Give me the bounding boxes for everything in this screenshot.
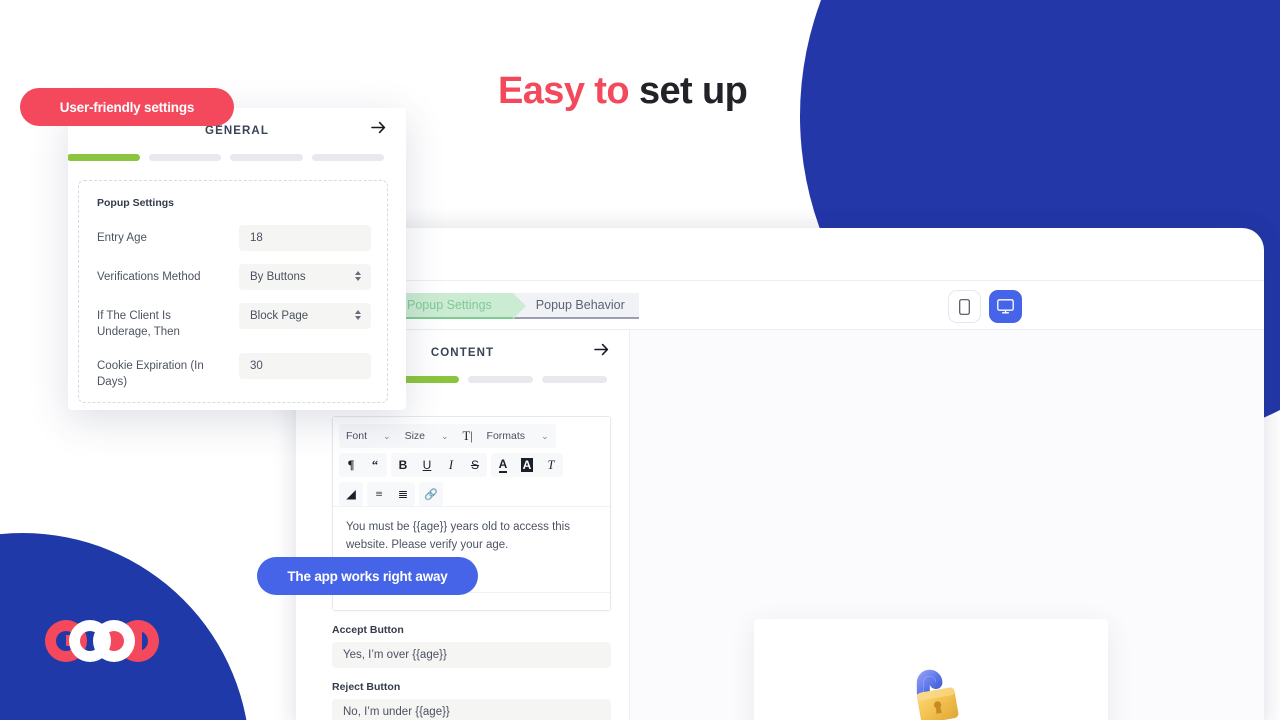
reject-button-value: No, I’m under {{age}} [343,706,450,718]
size-select[interactable]: Size ⌄ [398,424,456,448]
setting-row-cookie-expiration: Cookie Expiration (In Days) 30 [97,353,371,390]
headline-accent: Easy to [498,70,630,112]
device-preview-toggle [948,290,1022,323]
popup-settings-section: Popup Settings Entry Age 18 Verification… [78,180,388,403]
accept-button-input[interactable]: Yes, I’m over {{age}} [332,642,611,668]
breadcrumb: Popup Settings Popup Behavior [395,293,639,319]
font-size-icon[interactable]: T| [456,424,480,448]
editor-toolbar-row-2: ¶ “ B U I S A A T [333,448,610,477]
size-select-label: Size [404,430,425,442]
setting-row-underage-action: If The Client Is Underage, Then Block Pa… [97,303,371,340]
eraser-icon[interactable]: ◢ [339,482,363,506]
bold-icon[interactable]: B [391,453,415,477]
text-color-icon[interactable]: A [491,453,515,477]
age-verification-popup-preview: Age Verification You must be 18 years ol… [754,619,1108,720]
open-lock-icon [895,660,967,720]
badge-user-friendly-settings: User-friendly settings [20,88,234,126]
ordered-list-icon[interactable]: ≣ [391,482,415,506]
cookie-expiration-label: Cookie Expiration (In Days) [97,360,204,389]
headline-rest: set up [638,70,748,112]
align-left-icon[interactable]: ≡ [367,482,391,506]
verifications-method-label: Verifications Method [97,271,201,283]
general-settings-card: GENERAL Popup Settings Entry Age 18 Veri… [68,108,406,410]
entry-age-input[interactable]: 18 [239,225,371,251]
verifications-method-value: By Buttons [250,271,306,283]
font-select[interactable]: Font ⌄ [339,424,398,448]
reject-button-input[interactable]: No, I’m under {{age}} [332,699,611,720]
entry-age-value: 18 [250,232,263,244]
stepper-icon [355,310,361,320]
formats-select[interactable]: Formats ⌄ [480,424,556,448]
link-icon[interactable]: 🔗 [419,482,443,506]
general-progress-bar [68,154,406,161]
arrow-right-icon[interactable] [371,121,386,139]
page-headline: Easy to set up [498,68,748,116]
background-color-icon[interactable]: A [515,453,539,477]
underage-action-label: If The Client Is Underage, Then [97,310,180,339]
editor-toolbar-row-1: Font ⌄ Size ⌄ T| Formats ⌄ [333,417,610,448]
chevron-down-icon: ⌄ [441,430,449,441]
general-step-title: GENERAL [205,125,269,137]
accept-button-value: Yes, I’m over {{age}} [343,649,447,661]
align-list-group: ≡ ≣ [367,482,415,506]
link-group: 🔗 [419,482,443,506]
popup-settings-section-title: Popup Settings [97,197,174,209]
cookie-expiration-value: 30 [250,360,263,373]
formats-select-label: Formats [486,430,526,442]
block-format-group: ¶ “ [339,453,387,477]
paragraph-icon[interactable]: ¶ [339,453,363,477]
tab-popup-settings-label: Popup Settings [407,297,492,312]
underage-action-select[interactable]: Block Page [239,303,371,329]
app-panel: Popup Settings Popup Behavior CONTENT Fo… [296,228,1264,720]
mobile-icon [959,298,970,315]
badge-works-right-away: The app works right away [257,557,478,595]
eraser-group: ◢ [339,482,363,506]
preview-column: Age Verification You must be 18 years ol… [630,330,1264,720]
progress-segment [230,154,303,161]
arrow-right-icon[interactable] [594,343,609,361]
cookie-expiration-input[interactable]: 30 [239,353,371,380]
desktop-preview-button[interactable] [989,290,1022,323]
underline-icon[interactable]: U [415,453,439,477]
tab-popup-behavior[interactable]: Popup Behavior [513,293,639,319]
content-step-title: CONTENT [430,347,495,359]
tab-popup-settings[interactable]: Popup Settings [395,293,526,319]
editor-toolbar-row-3: ◢ ≡ ≣ 🔗 [333,477,610,506]
progress-segment-active [68,154,140,161]
progress-segment [542,376,607,383]
font-select-label: Font [346,430,368,442]
font-size-format-group: Font ⌄ Size ⌄ T| Formats ⌄ [339,424,556,448]
mobile-preview-button[interactable] [948,290,981,323]
gooo-logo [42,618,168,664]
setting-row-verifications-method: Verifications Method By Buttons [97,264,371,290]
screenshot-root: Easy to set up Popup Settings Popup Beha… [0,0,1280,720]
verifications-method-select[interactable]: By Buttons [239,264,371,290]
stepper-icon [355,271,361,281]
progress-segment [311,154,384,161]
reject-button-label: Reject Button [332,681,401,693]
app-topbar: Popup Settings Popup Behavior [296,280,1264,330]
tab-popup-behavior-label: Popup Behavior [535,297,625,312]
progress-segment [148,154,221,161]
underage-action-value: Block Page [250,310,309,322]
strikethrough-icon[interactable]: S [463,453,487,477]
entry-age-label: Entry Age [97,232,147,244]
chevron-down-icon: ⌄ [383,430,391,441]
inline-format-group: B U I S [391,453,487,477]
desktop-icon [997,299,1014,314]
blockquote-icon[interactable]: “ [363,453,387,477]
clear-formatting-icon[interactable]: T [539,453,563,477]
chevron-down-icon: ⌄ [541,430,549,441]
progress-segment [468,376,533,383]
italic-icon[interactable]: I [439,453,463,477]
accept-button-label: Accept Button [332,624,404,636]
color-group: A A T [491,453,563,477]
setting-row-entry-age: Entry Age 18 [97,225,371,251]
